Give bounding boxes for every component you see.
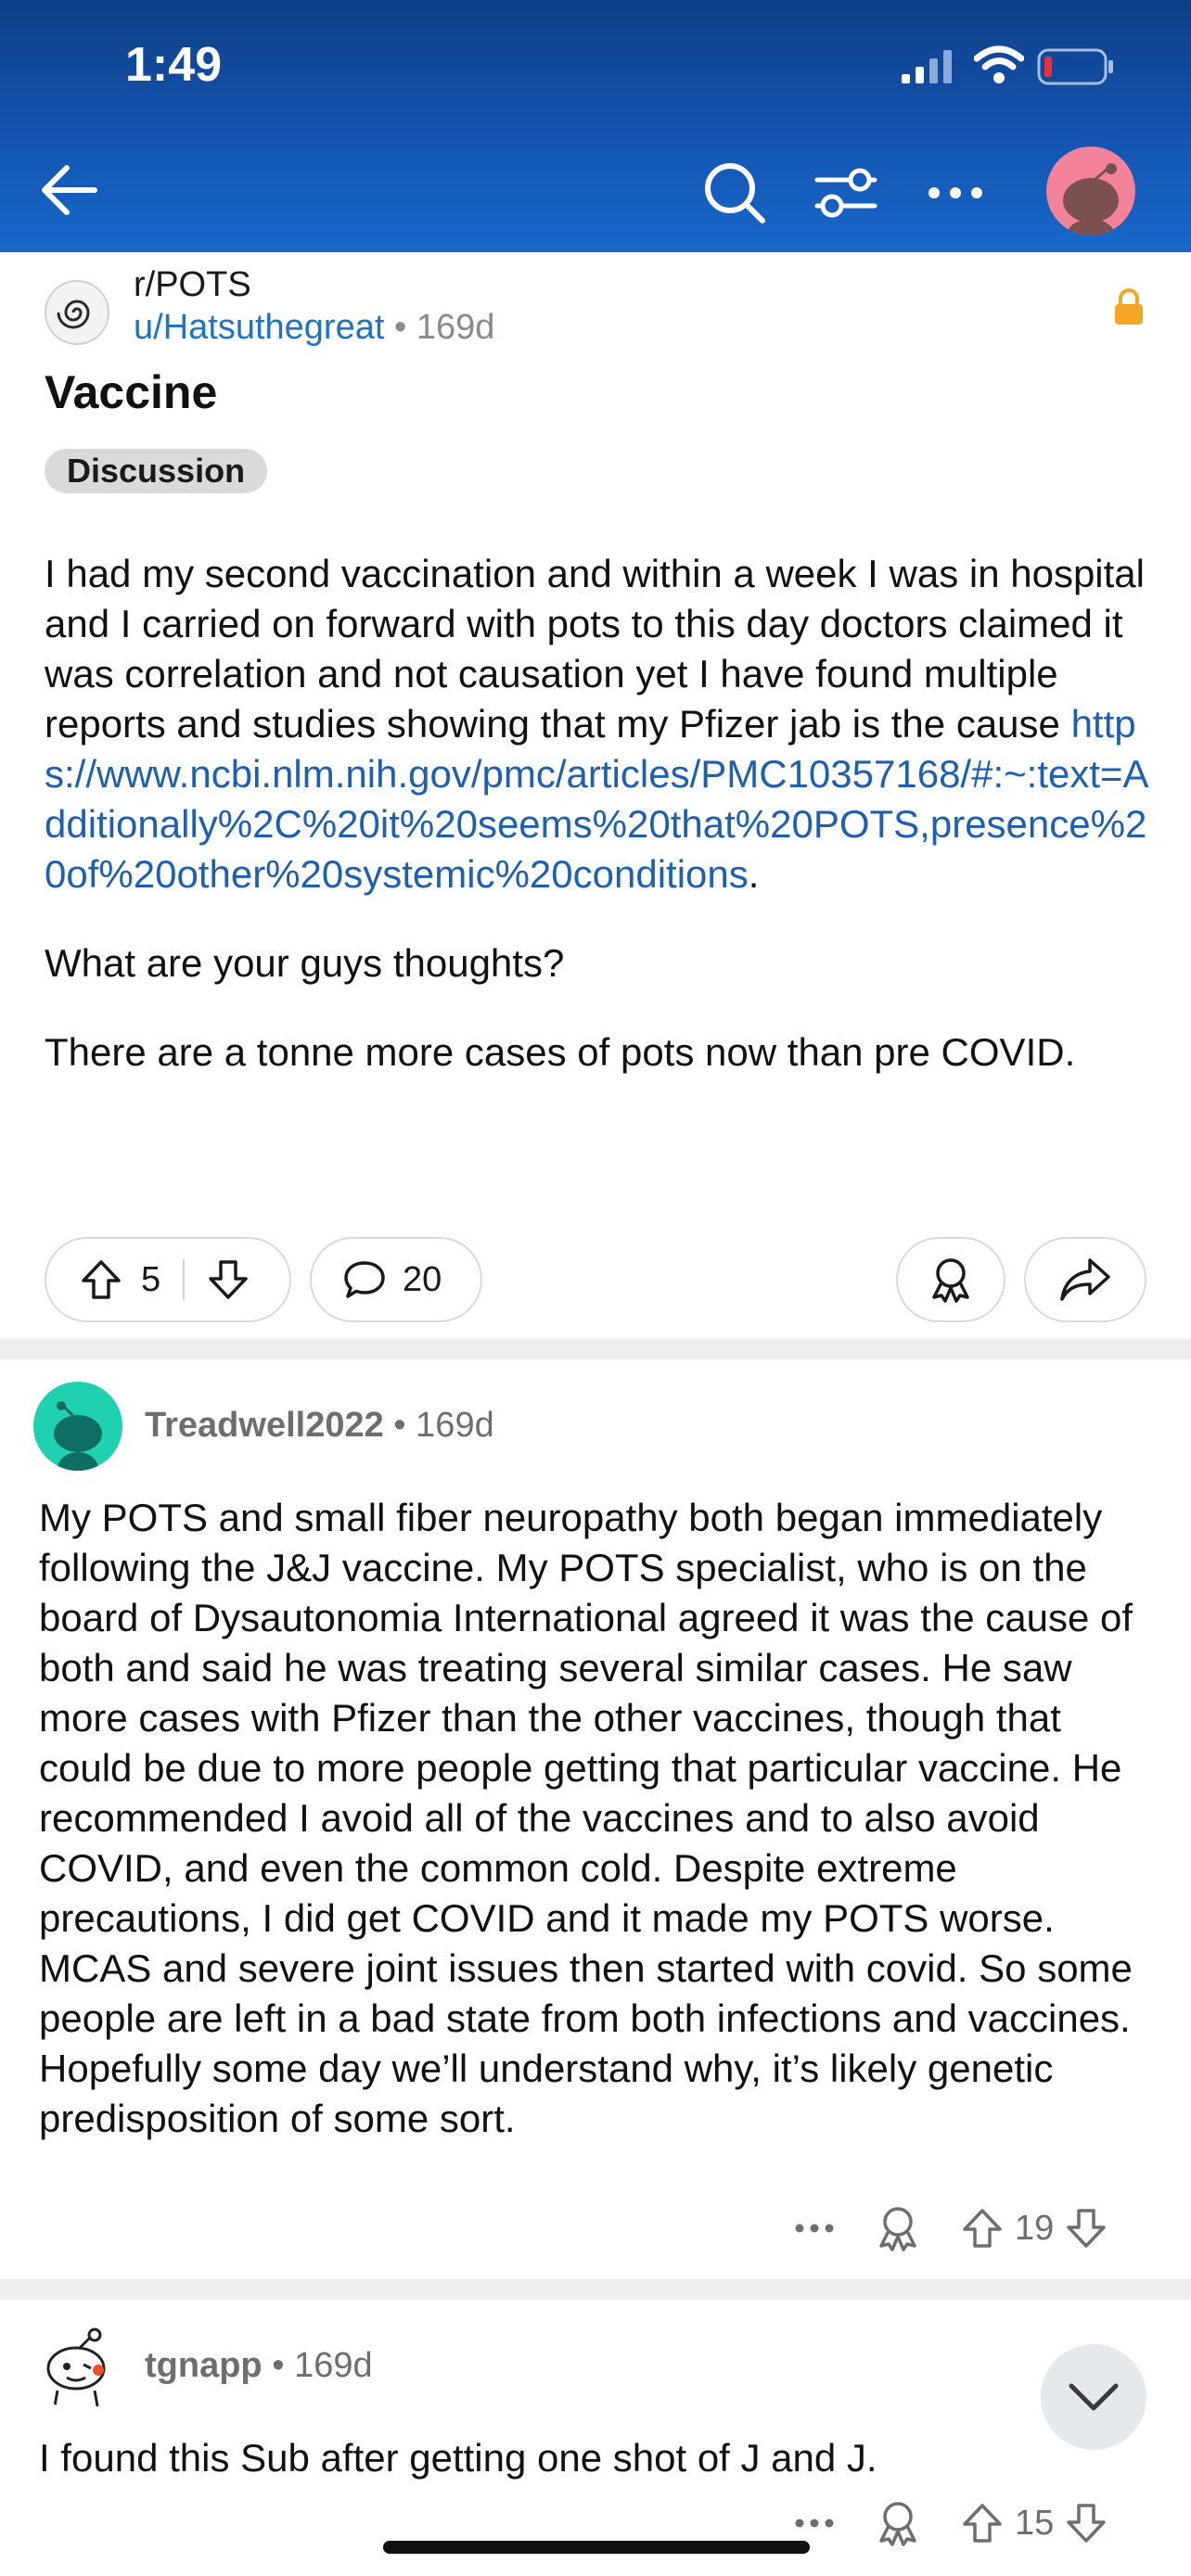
comment-body: I found this Sub after getting one shot …	[39, 2436, 877, 2480]
downvote-icon[interactable]	[1065, 2502, 1108, 2544]
snoo-avatar-icon	[46, 2327, 106, 2411]
section-divider	[0, 1339, 1191, 1359]
comment-author[interactable]: Treadwell2022	[145, 1406, 384, 1445]
vote-divider	[183, 1259, 186, 1300]
award-icon[interactable]	[876, 2500, 920, 2546]
sort-filter-button[interactable]	[809, 156, 883, 230]
meta-dot: •	[272, 2346, 295, 2385]
subreddit-icon[interactable]	[45, 280, 109, 345]
back-button[interactable]	[32, 158, 106, 223]
more-horizontal-icon	[928, 187, 982, 198]
award-icon	[932, 1258, 969, 1303]
upvote-icon[interactable]	[961, 2502, 1004, 2544]
wifi-icon	[974, 45, 1024, 83]
comment-avatar[interactable]	[33, 2322, 122, 2411]
more-options-button[interactable]	[918, 165, 992, 221]
comment-header: Treadwell2022 • 169d	[145, 1406, 494, 1446]
award-icon[interactable]	[876, 2205, 920, 2251]
share-arrow-icon	[1060, 1258, 1110, 1301]
top-app-bar: 1:49	[0, 0, 1191, 252]
post-comment-count: 20	[403, 1259, 442, 1299]
downvote-icon[interactable]	[1065, 2207, 1108, 2250]
comment-vote-count: 19	[1015, 2208, 1055, 2248]
comment-bubble-icon	[344, 1261, 385, 1298]
more-horizontal-icon[interactable]	[794, 2518, 835, 2529]
post-author[interactable]: u/Hatsuthegreat	[134, 308, 384, 347]
section-divider	[0, 2279, 1191, 2300]
post-paragraph-3: There are a tonne more cases of pots now…	[45, 1030, 1076, 1074]
comment-avatar[interactable]	[33, 1382, 122, 1471]
more-horizontal-icon[interactable]	[794, 2223, 835, 2234]
comments-button[interactable]: 20	[310, 1237, 482, 1322]
arrow-left-icon	[42, 165, 97, 215]
chevron-down-icon	[1069, 2383, 1119, 2411]
comment-actions: 15	[794, 2500, 1108, 2546]
comment-age: 169d	[416, 1406, 494, 1445]
comment-vote-count: 15	[1015, 2503, 1055, 2543]
snoo-avatar-icon	[54, 1401, 102, 1471]
upvote-icon[interactable]	[961, 2207, 1004, 2250]
post-age: 169d	[416, 308, 495, 347]
post-flair[interactable]: Discussion	[45, 449, 268, 493]
search-button[interactable]	[698, 156, 772, 230]
post-meta: u/Hatsuthegreat • 169d	[134, 308, 494, 348]
user-avatar-button[interactable]	[1046, 147, 1135, 236]
post-vote-count: 5	[141, 1259, 161, 1299]
home-indicator[interactable]	[383, 2541, 810, 2554]
jump-to-next-comment-button[interactable]	[1041, 2344, 1146, 2450]
post-paragraph-1: I had my second vaccination and within a…	[45, 549, 1158, 899]
post-card: r/POTS u/Hatsuthegreat • 169d Vaccine Di…	[0, 252, 1191, 1339]
spiral-logo-icon	[57, 300, 90, 329]
lock-icon	[1115, 288, 1143, 325]
post-body-lead: I had my second vaccination and within a…	[45, 552, 1145, 746]
status-time: 1:49	[125, 38, 223, 92]
upvote-icon[interactable]	[80, 1258, 122, 1301]
share-button[interactable]	[1024, 1237, 1146, 1322]
comment-author[interactable]: tgnapp	[145, 2346, 263, 2385]
vote-pill: 5	[45, 1237, 291, 1322]
comment-actions: 19	[794, 2205, 1108, 2251]
meta-dot: •	[393, 1406, 416, 1445]
post-body: I had my second vaccination and within a…	[45, 549, 1158, 1078]
sliders-icon	[814, 168, 877, 218]
downvote-icon[interactable]	[207, 1258, 250, 1301]
comment-age: 169d	[294, 2346, 373, 2385]
subreddit-name[interactable]: r/POTS	[134, 265, 251, 305]
battery-low-icon	[1037, 48, 1113, 85]
cellular-signal-icon	[902, 50, 952, 83]
snoo-avatar-icon	[1063, 163, 1119, 236]
post-body-tail: .	[748, 852, 760, 896]
comment-header: tgnapp • 169d	[145, 2346, 373, 2386]
post-paragraph-2: What are your guys thoughts?	[45, 941, 565, 985]
post-title: Vaccine	[45, 366, 218, 418]
meta-dot: •	[393, 308, 416, 347]
search-icon	[705, 163, 765, 223]
award-button[interactable]	[896, 1237, 1005, 1322]
comment-body: My POTS and small fiber neuropathy both …	[39, 1496, 1133, 2140]
